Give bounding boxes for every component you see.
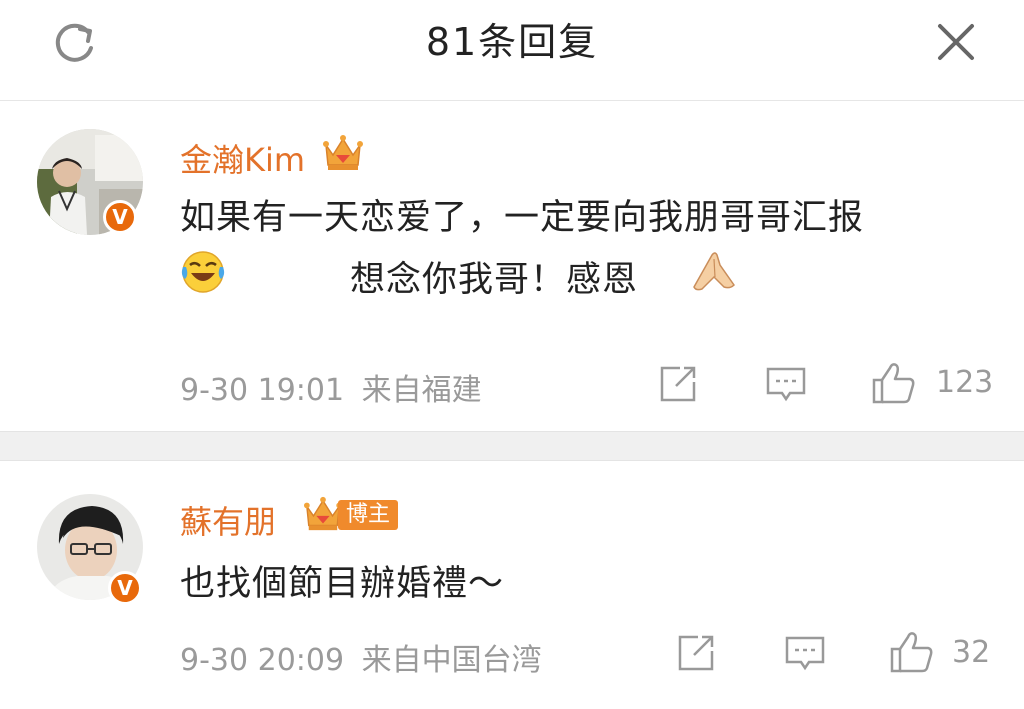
comment-item: V 蘇有朋 博主 也找個節目辦婚禮～ 9-30 20:09 来自中国台湾 32	[0, 461, 1024, 709]
verified-badge: V	[103, 200, 137, 234]
comment-date: 9-30 19:01	[180, 373, 345, 408]
comment-text: 也找個節目辦婚禮～	[180, 564, 505, 604]
comment-location: 来自福建	[361, 373, 482, 408]
praying-hands-emoji	[693, 252, 735, 291]
comment-meta: 9-30 20:09 来自中国台湾	[180, 635, 542, 679]
comment-date: 9-30 20:09	[180, 643, 345, 678]
username[interactable]: 金瀚Kim	[180, 135, 305, 181]
comment-location: 来自中国台湾	[361, 643, 542, 678]
crown-icon	[304, 496, 342, 531]
like-icon[interactable]	[888, 629, 934, 675]
comment-icon[interactable]	[784, 634, 826, 674]
like-icon[interactable]	[870, 360, 916, 406]
author-badge: 博主	[338, 500, 399, 530]
share-icon[interactable]	[676, 633, 716, 673]
verified-badge: V	[108, 571, 142, 605]
comment-meta: 9-30 19:01 来自福建	[180, 365, 482, 409]
username[interactable]: 蘇有朋	[180, 497, 276, 543]
comment-text-line-1: 如果有一天恋爱了，一定要向我朋哥哥汇报	[180, 198, 865, 238]
comment-icon[interactable]	[765, 365, 807, 405]
header-bar: 81条回复	[0, 0, 1024, 101]
comment-item: V 金瀚Kim 如果有一天恋爱了，一定要向我朋哥哥汇报 想念你我哥！感恩 9-3…	[0, 101, 1024, 431]
like-count: 123	[936, 365, 994, 400]
page-title: 81条回复	[425, 20, 599, 64]
comment-text-line-2: 想念你我哥！感恩	[350, 260, 639, 300]
section-divider	[0, 431, 1024, 461]
share-icon[interactable]	[658, 364, 698, 404]
close-icon[interactable]	[934, 20, 978, 64]
laughing-crying-emoji	[181, 251, 225, 293]
crown-icon	[323, 135, 363, 170]
like-count: 32	[952, 635, 991, 670]
